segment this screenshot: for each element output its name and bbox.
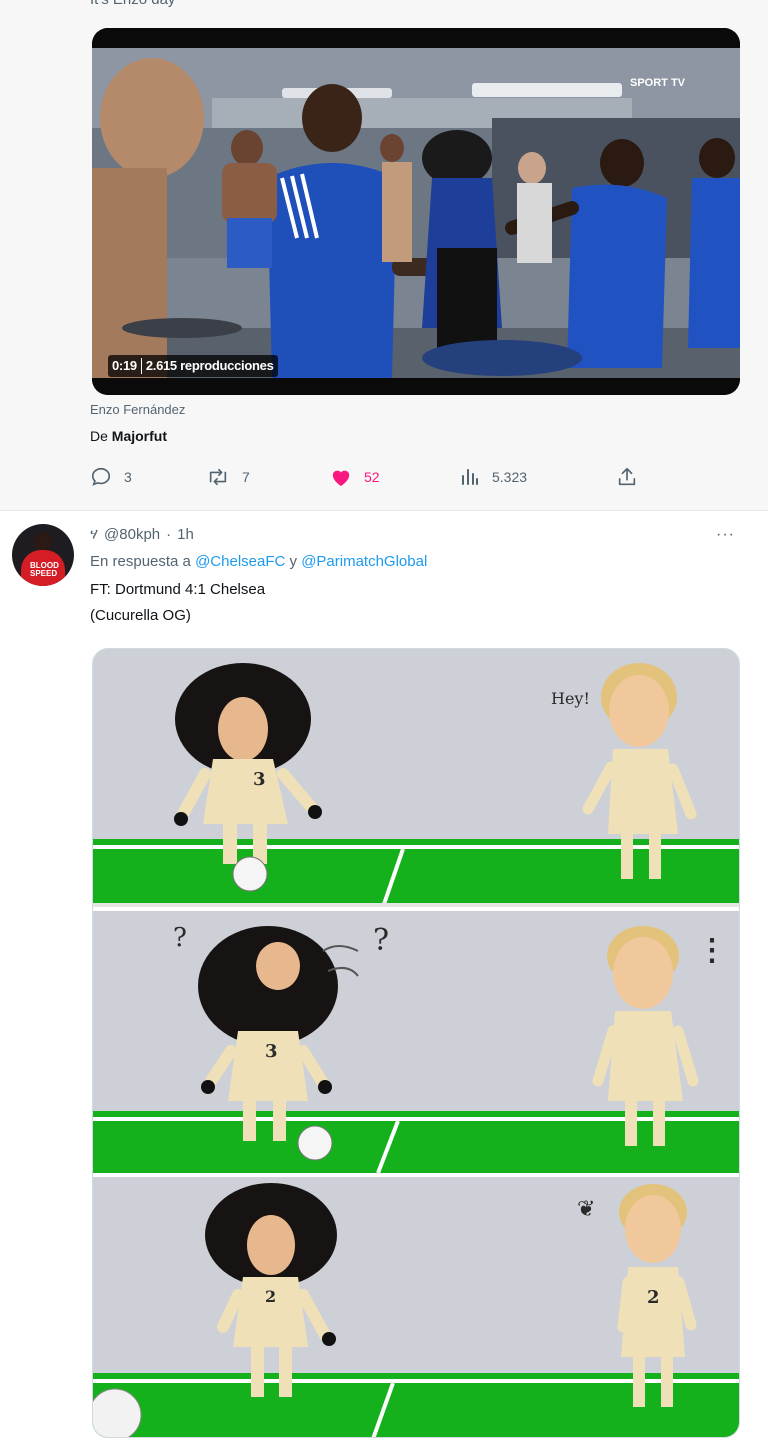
- tweet-video[interactable]: SPORT TV: [92, 28, 740, 395]
- mention-parimatchglobal[interactable]: @ParimatchGlobal: [301, 553, 427, 570]
- repost-icon: [209, 468, 227, 486]
- handle-glyph: ሃ: [90, 526, 99, 543]
- tweet-text-line-2: (Cucurella OG): [90, 607, 191, 624]
- reply-context: En respuesta a @ChelseaFC y @ParimatchGl…: [90, 553, 427, 570]
- annoyed-mark: ❦: [577, 1197, 596, 1222]
- speech-hey: Hey!: [551, 689, 590, 708]
- reply-button[interactable]: 3: [90, 462, 132, 492]
- reply-icon: [91, 467, 111, 486]
- shirt-number-3: 2: [265, 1287, 277, 1306]
- comic-panel-1-art: [93, 649, 739, 907]
- media-source-name[interactable]: Majorfut: [112, 428, 167, 444]
- reply-conjunction: y: [289, 553, 298, 570]
- tweet-comic-image[interactable]: Hey! 3 ? ? ⋮ 3 ❦ 2 2: [92, 648, 740, 1438]
- tweet-time[interactable]: 1h: [177, 526, 194, 543]
- tweet-divider: [0, 510, 768, 511]
- avatar-logo-text: BLOOD SPEED: [30, 561, 59, 578]
- tweet-actions: 3 7 52 5.323: [90, 462, 650, 492]
- question-mark-right: ?: [373, 923, 390, 958]
- comic-panel-3-art: [93, 1177, 739, 1437]
- question-mark-left: ?: [173, 923, 187, 953]
- shirt-number-1: 3: [253, 769, 266, 790]
- views-button[interactable]: 5.323: [460, 462, 527, 492]
- repost-button[interactable]: 7: [206, 462, 250, 492]
- more-options-icon[interactable]: ···: [716, 526, 735, 544]
- separator: ·: [166, 526, 172, 543]
- ellipsis-mark: ⋮: [697, 933, 727, 968]
- channel-mark: SPORT TV: [630, 77, 686, 89]
- video-views: 2.615 reproducciones: [145, 358, 274, 373]
- user-handle[interactable]: @80kph: [104, 526, 160, 543]
- video-info-badge: 0:19 2.615 reproducciones: [108, 355, 278, 377]
- reply-count: 3: [124, 469, 132, 485]
- comic-panel-3: ❦ 2 2: [93, 1177, 739, 1437]
- views-count: 5.323: [492, 469, 528, 485]
- video-duration: 0:19: [112, 358, 137, 373]
- share-button[interactable]: [616, 462, 638, 492]
- like-button[interactable]: 52: [330, 462, 380, 492]
- analytics-icon: [462, 469, 478, 485]
- media-source-prefix: De: [90, 428, 108, 444]
- tweet-text-line-1: FT: Dortmund 4:1 Chelsea: [90, 581, 266, 598]
- mention-chelseafc[interactable]: @ChelseaFC: [195, 553, 285, 570]
- reply-prefix: En respuesta a: [90, 553, 191, 570]
- tweet-text-cut: It's Enzo day: [90, 0, 175, 8]
- avatar[interactable]: BLOOD SPEED: [12, 524, 74, 586]
- media-credit: Enzo Fernández: [90, 402, 186, 417]
- share-icon: [618, 467, 636, 486]
- video-frame: SPORT TV: [92, 28, 740, 395]
- avatar-head: [34, 532, 52, 552]
- media-source[interactable]: De Majorfut: [90, 428, 167, 444]
- like-count: 52: [364, 469, 380, 485]
- previous-tweet: It's Enzo day: [0, 0, 768, 510]
- comic-panel-1: Hey! 3: [93, 649, 739, 907]
- heart-icon: [332, 470, 350, 487]
- repost-count: 7: [242, 469, 250, 485]
- comic-panel-2-art: [93, 911, 739, 1173]
- shirt-number-2: 3: [265, 1041, 278, 1062]
- tweet-header: ሃ @80kph · 1h: [90, 526, 194, 543]
- shirt-number-4: 2: [647, 1287, 660, 1308]
- comic-panel-2: ? ? ⋮ 3: [93, 911, 739, 1173]
